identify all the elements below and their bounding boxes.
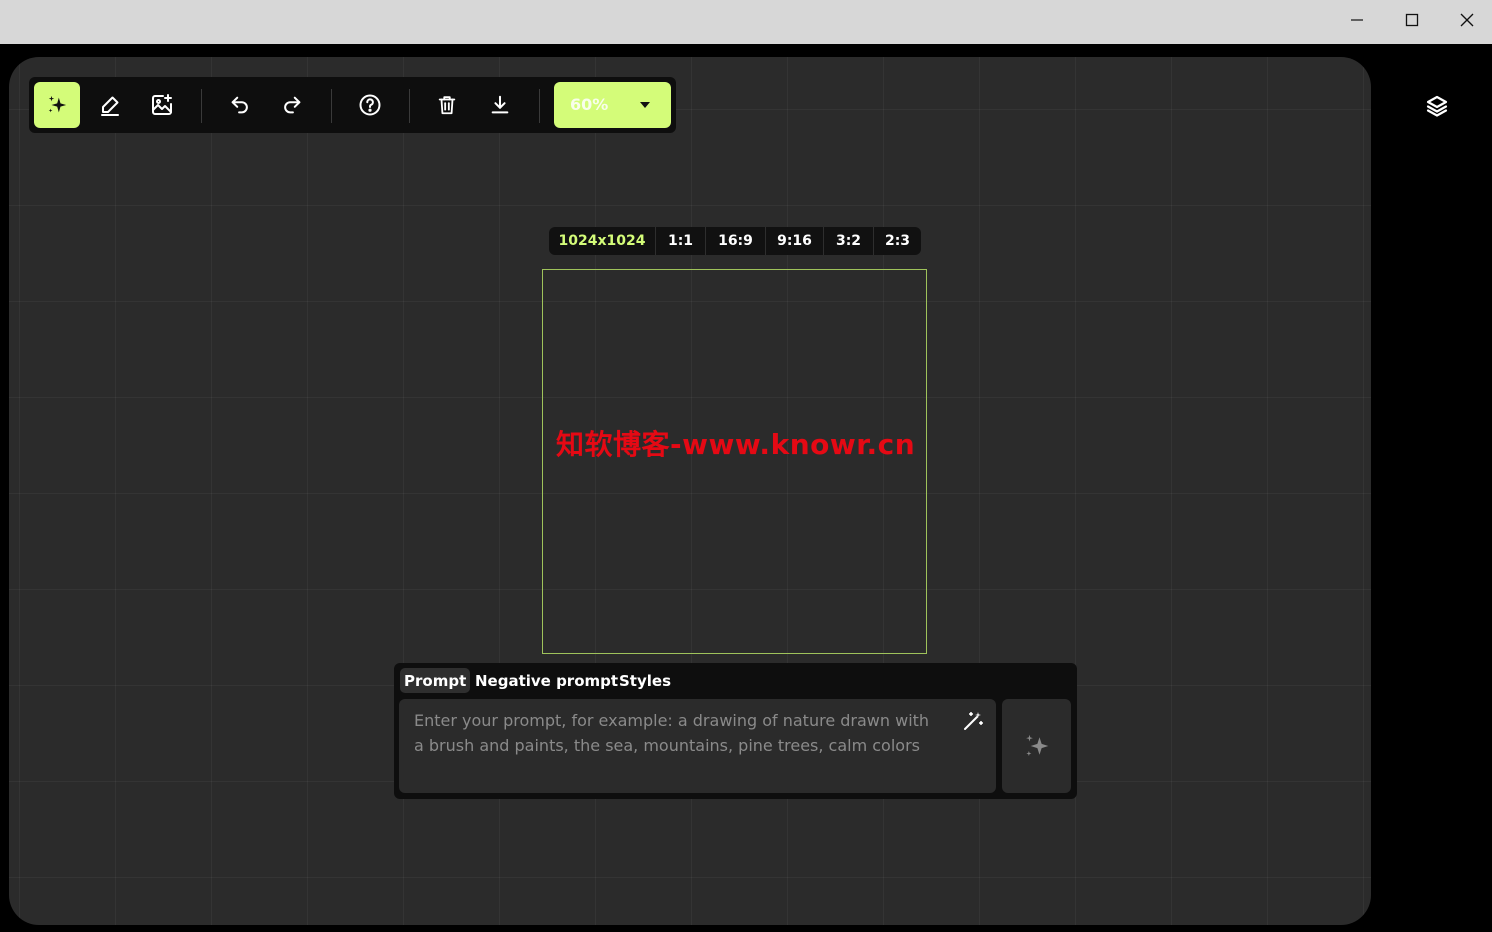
trash-icon [438, 96, 456, 115]
zoom-dropdown[interactable]: 60% [554, 82, 671, 128]
maximize-icon [1405, 13, 1419, 27]
help-button[interactable] [347, 82, 393, 128]
ratio-option-1-1[interactable]: 1:1 [655, 227, 705, 255]
maximize-button[interactable] [1384, 0, 1440, 40]
undo-icon [231, 96, 248, 114]
question-circle-icon [359, 94, 381, 116]
ratio-option-9-16[interactable]: 9:16 [765, 227, 823, 255]
tab-prompt[interactable]: Prompt [400, 668, 471, 693]
toolbar-separator [539, 89, 540, 123]
minimize-icon [1351, 19, 1363, 21]
sparkles-icon [48, 95, 67, 113]
tab-styles[interactable]: Styles [619, 668, 671, 693]
sparkles-icon [1025, 734, 1048, 756]
delete-button[interactable] [424, 82, 470, 128]
layers-icon [1426, 95, 1448, 117]
redo-icon [284, 96, 301, 114]
download-button[interactable] [477, 82, 523, 128]
ratio-option-16-9[interactable]: 16:9 [705, 227, 765, 255]
toolbar-separator [331, 89, 332, 123]
prompt-input[interactable] [399, 699, 954, 793]
canvas-area[interactable]: 60% 1024x1024 1:1 16:9 9:16 3:2 2:3 知软博客… [9, 57, 1371, 925]
redo-button[interactable] [269, 82, 315, 128]
title-bar [0, 0, 1492, 44]
watermark-text: 知软博客-www.knowr.cn [556, 428, 916, 461]
magic-wand-icon [964, 712, 983, 730]
eraser-tool-button[interactable] [87, 82, 133, 128]
generate-button[interactable] [1002, 699, 1071, 793]
ratio-option-3-2[interactable]: 3:2 [823, 227, 873, 255]
image-add-icon [152, 94, 172, 115]
tab-negative-prompt[interactable]: Negative prompt [475, 668, 618, 693]
close-icon [1460, 13, 1474, 27]
prompt-panel: Prompt Negative prompt Styles [394, 663, 1077, 799]
caret-down-icon [640, 102, 650, 108]
enhance-prompt-button[interactable] [961, 709, 985, 733]
undo-button[interactable] [217, 82, 263, 128]
layers-button[interactable] [1419, 88, 1455, 124]
prompt-input-wrapper [399, 699, 996, 793]
close-button[interactable] [1439, 0, 1492, 40]
toolbar-separator [409, 89, 410, 123]
toolbar: 60% [29, 77, 676, 133]
ratio-option-1024x1024[interactable]: 1024x1024 [549, 227, 655, 255]
toolbar-separator [201, 89, 202, 123]
minimize-button[interactable] [1329, 0, 1385, 40]
zoom-value: 60% [570, 95, 609, 114]
ratio-option-2-3[interactable]: 2:3 [873, 227, 921, 255]
download-icon [491, 95, 509, 114]
eraser-icon [101, 96, 119, 116]
generate-tool-button[interactable] [34, 82, 80, 128]
aspect-ratio-bar: 1024x1024 1:1 16:9 9:16 3:2 2:3 [549, 227, 921, 255]
add-image-tool-button[interactable] [139, 82, 185, 128]
